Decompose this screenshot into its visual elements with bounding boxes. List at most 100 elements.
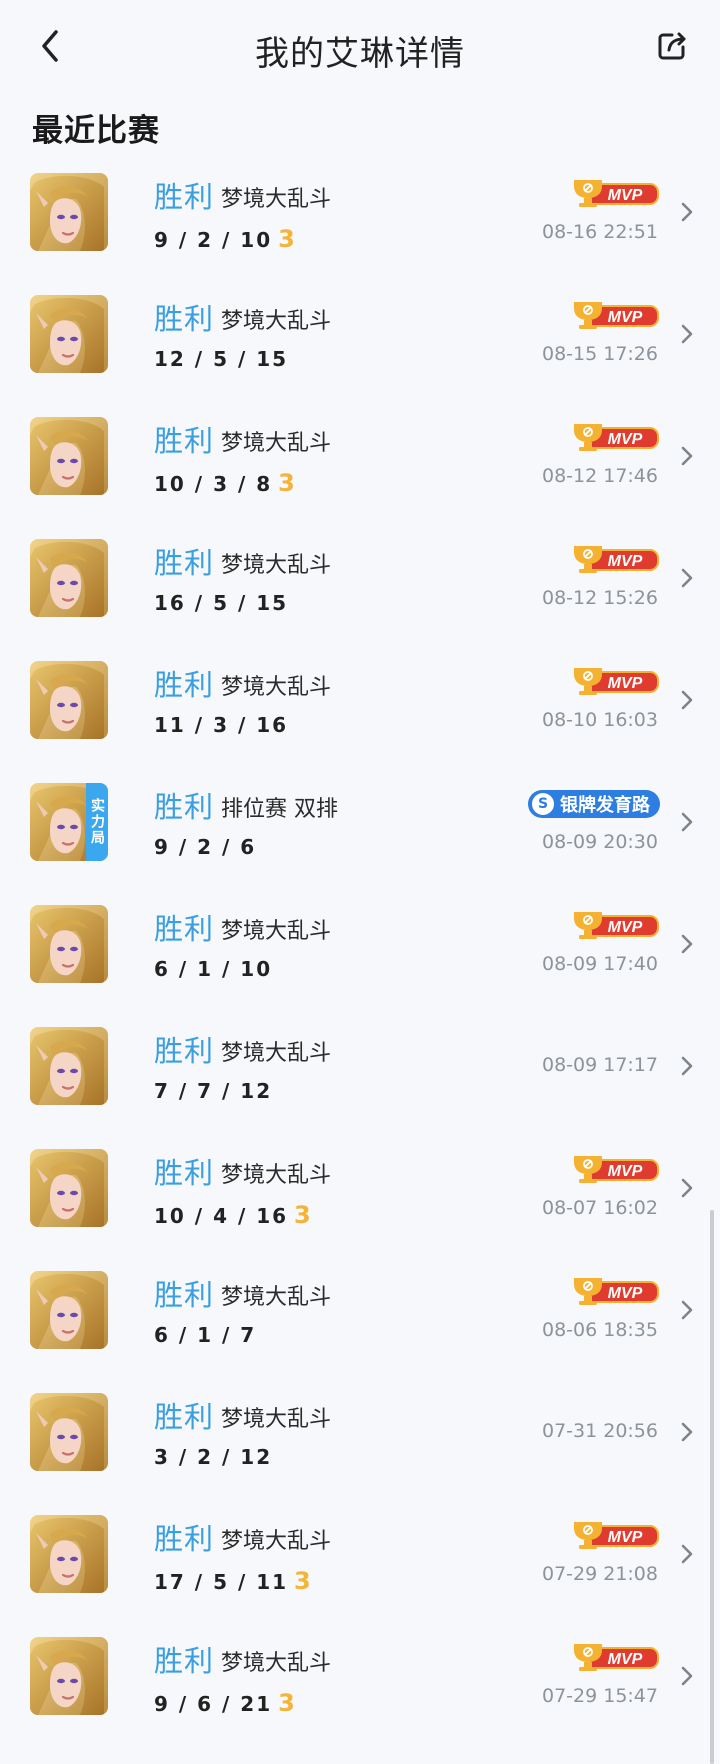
kda-value: 10 / 3 / 8 <box>154 472 273 496</box>
kda-value: 11 / 3 / 16 <box>154 713 289 737</box>
triple-kill-badge: 3 <box>294 1567 313 1595</box>
match-kda: 9 / 2 / 6 <box>154 835 256 859</box>
match-row[interactable]: 胜利 梦境大乱斗 7 / 7 / 12 08-09 17:17 <box>0 1012 720 1134</box>
match-row[interactable]: 实力局 胜利 排位赛 双排 9 / 2 / 6 S 银牌发育路 08-09 20… <box>0 768 720 890</box>
hero-portrait-icon <box>30 1393 108 1471</box>
match-row[interactable]: 胜利 梦境大乱斗 16 / 5 / 15 MVP 08-12 15:26 <box>0 524 720 646</box>
match-time: 08-09 20:30 <box>541 831 658 853</box>
match-mode: 梦境大乱斗 <box>221 1529 332 1554</box>
hero-avatar <box>30 1271 108 1349</box>
trophy-icon: MVP <box>574 180 659 207</box>
hero-portrait-icon <box>30 1637 108 1715</box>
mvp-text: MVP <box>608 309 643 326</box>
trophy-icon: MVP <box>574 1156 659 1183</box>
match-row[interactable]: 胜利 梦境大乱斗 12 / 5 / 15 MVP 08-15 17:26 <box>0 280 720 402</box>
mvp-badge: MVP <box>570 422 660 452</box>
hero-avatar <box>30 539 108 617</box>
kda-value: 9 / 2 / 6 <box>154 835 257 859</box>
match-kda: 12 / 5 / 15 <box>154 347 288 371</box>
kda-value: 10 / 4 / 16 <box>154 1204 289 1228</box>
match-time: 08-16 22:51 <box>541 221 658 243</box>
match-time: 07-29 15:47 <box>541 1685 658 1707</box>
match-kda: 6 / 1 / 7 <box>154 1323 256 1347</box>
match-row[interactable]: 胜利 梦境大乱斗 6 / 1 / 7 MVP 08-06 18:35 <box>0 1256 720 1378</box>
match-mode: 梦境大乱斗 <box>221 309 332 334</box>
match-mode: 排位赛 双排 <box>221 797 338 822</box>
match-mode: 梦境大乱斗 <box>221 1407 332 1432</box>
chevron-right-icon <box>681 934 693 954</box>
chevron-right-icon <box>681 1056 693 1076</box>
trophy-icon: MVP <box>574 302 659 329</box>
match-result: 胜利 <box>154 1644 215 1678</box>
match-mode: 梦境大乱斗 <box>221 431 332 456</box>
match-mode: 梦境大乱斗 <box>221 919 332 944</box>
hero-portrait-icon <box>30 1271 108 1349</box>
mvp-badge: MVP <box>570 1642 660 1672</box>
mvp-text: MVP <box>608 187 643 204</box>
hero-portrait-icon <box>30 173 108 251</box>
chevron-right-icon <box>681 446 693 466</box>
silver-lane-label: 银牌发育路 <box>560 795 650 816</box>
kda-value: 7 / 7 / 12 <box>154 1079 273 1103</box>
hero-portrait-icon <box>30 1515 108 1593</box>
match-kda: 10 / 4 / 16 3 <box>154 1201 313 1229</box>
silver-medal-icon: S <box>532 793 554 815</box>
share-button[interactable] <box>652 26 692 66</box>
trophy-icon: MVP <box>574 1644 659 1671</box>
trophy-icon: MVP <box>574 1278 659 1305</box>
share-icon <box>658 32 686 60</box>
power-match-tag: 实力局 <box>86 783 108 861</box>
chevron-right-icon <box>681 1544 693 1564</box>
hero-avatar <box>30 1027 108 1105</box>
match-time: 08-10 16:03 <box>541 709 658 731</box>
match-kda: 9 / 2 / 10 3 <box>154 225 297 253</box>
trophy-icon: MVP <box>574 424 659 451</box>
match-kda: 6 / 1 / 10 <box>154 957 272 981</box>
match-mode: 梦境大乱斗 <box>221 1285 332 1310</box>
match-time: 08-09 17:40 <box>541 953 658 975</box>
triple-kill-badge: 3 <box>278 225 297 253</box>
match-time: 07-29 21:08 <box>541 1563 658 1585</box>
mvp-badge: MVP <box>570 666 660 696</box>
match-time: 08-15 17:26 <box>541 343 658 365</box>
match-result: 胜利 <box>154 1278 215 1312</box>
chevron-right-icon <box>681 324 693 344</box>
section-title-recent-matches: 最近比赛 <box>32 113 160 149</box>
silver-lane-badge: S 银牌发育路 <box>528 790 660 818</box>
match-mode: 梦境大乱斗 <box>221 1163 332 1188</box>
match-result: 胜利 <box>154 180 215 214</box>
match-row[interactable]: 胜利 梦境大乱斗 9 / 2 / 10 3 MVP 08-16 22:51 <box>0 158 720 280</box>
match-row[interactable]: 胜利 梦境大乱斗 11 / 3 / 16 MVP 08-10 16:03 <box>0 646 720 768</box>
hero-avatar <box>30 295 108 373</box>
mvp-text: MVP <box>608 1285 643 1302</box>
match-row[interactable]: 胜利 梦境大乱斗 17 / 5 / 11 3 MVP 07-29 21:08 <box>0 1500 720 1622</box>
match-result: 胜利 <box>154 1522 215 1556</box>
match-result: 胜利 <box>154 1034 215 1068</box>
trophy-icon: MVP <box>574 668 659 695</box>
chevron-right-icon <box>681 690 693 710</box>
kda-value: 3 / 2 / 12 <box>154 1445 273 1469</box>
match-kda: 10 / 3 / 83 <box>154 469 297 497</box>
kda-value: 12 / 5 / 15 <box>154 347 289 371</box>
match-time: 08-07 16:02 <box>541 1197 658 1219</box>
chevron-right-icon <box>681 1422 693 1442</box>
chevron-right-icon <box>681 568 693 588</box>
match-row[interactable]: 胜利 梦境大乱斗 10 / 3 / 83 MVP 08-12 17:46 <box>0 402 720 524</box>
kda-value: 16 / 5 / 15 <box>154 591 289 615</box>
mvp-text: MVP <box>608 1529 643 1546</box>
match-time: 08-06 18:35 <box>541 1319 658 1341</box>
mvp-text: MVP <box>608 1163 643 1180</box>
hero-portrait-icon <box>30 295 108 373</box>
match-kda: 16 / 5 / 15 <box>154 591 288 615</box>
chevron-right-icon <box>681 1300 693 1320</box>
match-row[interactable]: 胜利 梦境大乱斗 3 / 2 / 12 07-31 20:56 <box>0 1378 720 1500</box>
scrollbar[interactable] <box>710 1210 714 1764</box>
page-title: 我的艾琳详情 <box>255 34 465 74</box>
match-row[interactable]: 胜利 梦境大乱斗 10 / 4 / 16 3 MVP 08-07 16:02 <box>0 1134 720 1256</box>
kda-value: 6 / 1 / 10 <box>154 957 273 981</box>
match-row[interactable]: 胜利 梦境大乱斗 6 / 1 / 10 MVP 08-09 17:40 <box>0 890 720 1012</box>
chevron-right-icon <box>681 202 693 222</box>
mvp-text: MVP <box>608 675 643 692</box>
match-time: 08-12 17:46 <box>541 465 658 487</box>
match-row[interactable]: 胜利 梦境大乱斗 9 / 6 / 21 3 MVP 07-29 15:47 <box>0 1622 720 1744</box>
